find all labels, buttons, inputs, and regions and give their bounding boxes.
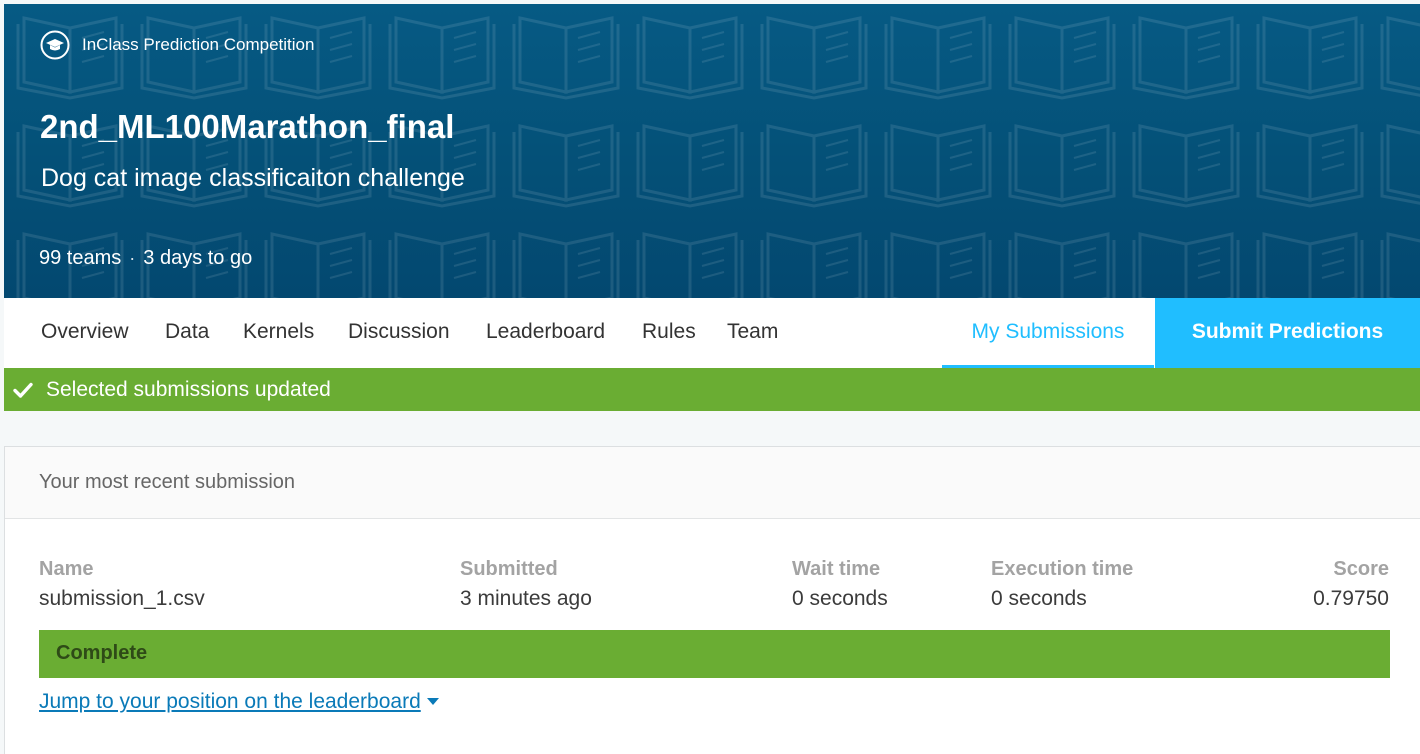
card-header: Your most recent submission (5, 447, 1420, 519)
recent-submission-card: Your most recent submission Name submiss… (4, 446, 1420, 754)
caret-down-icon (426, 698, 439, 705)
tab-overview[interactable]: Overview (41, 298, 129, 368)
wait-time-value: 0 seconds (792, 587, 888, 610)
submitted-label: Submitted (460, 558, 558, 580)
name-label: Name (39, 558, 94, 580)
jump-link-label: Jump to your position on the leaderboard (39, 690, 421, 713)
meta-separator: · (129, 248, 136, 268)
tab-team[interactable]: Team (727, 298, 778, 368)
competition-type: InClass Prediction Competition (40, 30, 314, 60)
score-value: 0.79750 (1313, 587, 1389, 610)
wait-time-label: Wait time (792, 558, 881, 580)
teams-count: 99 teams (39, 247, 122, 269)
card-header-title: Your most recent submission (39, 471, 296, 493)
column-execution-time: Execution time 0 seconds (991, 555, 1133, 615)
jump-to-leaderboard-link[interactable]: Jump to your position on the leaderboard (39, 690, 439, 714)
column-submitted: Submitted 3 minutes ago (460, 555, 592, 615)
tab-data[interactable]: Data (165, 298, 209, 368)
competition-header: InClass Prediction Competition 2nd_ML100… (4, 4, 1420, 298)
execution-time-label: Execution time (991, 558, 1134, 580)
checkmark-icon (13, 382, 33, 398)
score-label: Score (1333, 558, 1389, 580)
tab-leaderboard[interactable]: Leaderboard (486, 298, 605, 368)
tab-my-submissions[interactable]: My Submissions (942, 298, 1154, 368)
tab-discussion[interactable]: Discussion (348, 298, 450, 368)
competition-title: 2nd_ML100Marathon_final (40, 108, 455, 145)
tab-rules[interactable]: Rules (642, 298, 696, 368)
status-text: Complete (56, 642, 148, 664)
name-value: submission_1.csv (39, 587, 205, 610)
status-bar: Complete (39, 630, 1390, 678)
competition-meta: 99 teams · 3 days to go (39, 247, 252, 270)
graduation-cap-icon (40, 30, 70, 60)
column-name: Name submission_1.csv (39, 555, 205, 615)
submitted-value: 3 minutes ago (460, 587, 592, 610)
column-score: Score 0.79750 (1313, 555, 1389, 615)
competition-nav: Overview Data Kernels Discussion Leaderb… (4, 298, 1420, 368)
success-banner: Selected submissions updated (4, 368, 1420, 411)
deadline: 3 days to go (143, 247, 253, 269)
execution-time-value: 0 seconds (991, 587, 1087, 610)
competition-type-label: InClass Prediction Competition (82, 35, 315, 54)
competition-subtitle: Dog cat image classificaiton challenge (41, 164, 465, 192)
column-wait-time: Wait time 0 seconds (792, 555, 888, 615)
banner-message: Selected submissions updated (46, 377, 331, 401)
submit-predictions-button[interactable]: Submit Predictions (1155, 298, 1420, 368)
tab-kernels[interactable]: Kernels (243, 298, 314, 368)
